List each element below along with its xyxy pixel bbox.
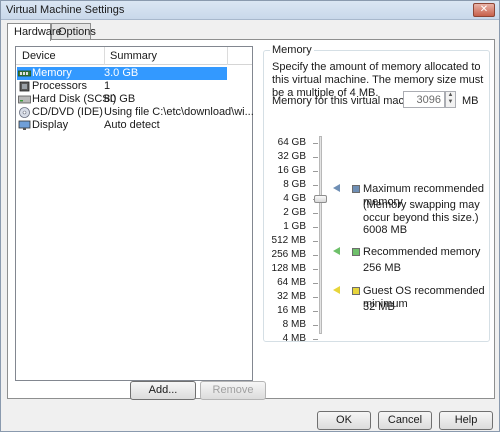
recommended-marker-icon [333,247,340,255]
scale-tick [313,213,318,214]
memory-input[interactable] [403,91,445,108]
display-icon [18,120,31,130]
scale-label: 64 MB [277,277,306,288]
scale-tick [313,171,318,172]
scale-label: 256 MB [271,249,306,260]
minimum-value: 32 MB [363,301,395,313]
scale-label: 512 MB [271,235,306,246]
scale-label: 16 GB [277,165,306,176]
device-summary: Using file C:\etc\download\wi... [104,106,254,118]
spin-up-icon[interactable]: ▲ [446,92,455,99]
max-recommended-swatch [352,185,360,193]
scale-tick [313,339,318,340]
memory-slider-track[interactable] [319,136,322,334]
column-device[interactable]: Device [22,50,56,62]
device-row-memory[interactable]: Memory 3.0 GB [17,67,227,80]
scale-label: 4 MB [282,333,306,344]
device-summary: 1 [104,80,111,92]
hardware-panel: Device Summary Memory 3.0 GB Processors [7,39,495,400]
scale-label: 32 GB [277,151,306,162]
recommended-swatch [352,248,360,256]
max-recommended-marker-icon [333,184,340,192]
memory-group: Memory Specify the amount of memory allo… [263,44,490,344]
device-name: CD/DVD (IDE) [32,106,103,118]
device-summary: 80 GB [104,93,136,105]
add-device-button[interactable]: Add... [130,381,196,400]
remove-device-button[interactable]: Remove [200,381,266,400]
scale-tick [313,241,318,242]
scale-tick [313,143,318,144]
list-header: Device Summary [16,47,252,65]
tab-hardware[interactable]: Hardware [7,23,62,41]
hard-disk-icon [18,95,31,104]
recommended-title: Recommended memory [363,246,481,258]
close-icon: ✕ [479,4,489,15]
device-row-display[interactable]: Display Auto detect [17,119,227,132]
scale-tick [313,283,318,284]
scale-tick [313,297,318,298]
column-separator [227,47,228,65]
device-name: Processors [32,80,88,92]
scale-label: 32 MB [277,291,306,302]
memory-slider-thumb[interactable] [314,195,327,203]
scale-tick [313,311,318,312]
minimum-swatch [352,287,360,295]
scale-tick [313,325,318,326]
scale-tick [313,269,318,270]
device-name: Memory [32,67,72,79]
title-bar: Virtual Machine Settings ✕ [1,1,499,20]
memory-icon [18,70,31,77]
device-row-processors[interactable]: Processors 1 [17,80,227,93]
device-list[interactable]: Device Summary Memory 3.0 GB Processors [15,46,254,381]
device-row-hard-disk[interactable]: Hard Disk (SCSI) 80 GB [17,93,227,106]
scale-label: 8 GB [283,179,306,190]
scale-label: 4 GB [283,193,306,204]
device-name: Display [32,119,69,131]
column-separator [104,47,105,65]
scale-label: 64 GB [277,137,306,148]
memory-group-title: Memory [270,44,314,56]
cd-dvd-icon [19,107,30,118]
ok-button[interactable]: OK [317,411,371,430]
minimum-marker-icon [333,286,340,294]
close-button[interactable]: ✕ [473,3,495,17]
spin-down-icon[interactable]: ▼ [446,99,455,106]
scale-label: 2 GB [283,207,306,218]
scale-tick [313,227,318,228]
memory-unit: MB [462,95,479,107]
scale-label: 128 MB [271,263,306,274]
scale-tick [313,185,318,186]
recommended-value: 256 MB [363,262,401,274]
device-summary: 3.0 GB [104,67,139,79]
scale-tick [313,255,318,256]
scale-label: 1 GB [283,221,306,232]
max-recommended-note: (Memory swapping may occur beyond this s… [363,199,480,224]
device-summary: Auto detect [104,119,160,131]
processor-icon [19,81,30,92]
column-summary[interactable]: Summary [110,50,157,62]
scale-label: 8 MB [282,319,306,330]
memory-spinner[interactable]: ▲ ▼ [445,91,456,108]
cancel-button[interactable]: Cancel [378,411,432,430]
device-row-cd-dvd[interactable]: CD/DVD (IDE) Using file C:\etc\download\… [17,106,254,119]
window-title: Virtual Machine Settings [6,4,125,16]
scale-label: 16 MB [277,305,306,316]
scale-tick [313,157,318,158]
help-button[interactable]: Help [439,411,493,430]
max-recommended-value: 6008 MB [363,224,408,236]
settings-window: Virtual Machine Settings ✕ Hardware Opti… [0,0,500,432]
